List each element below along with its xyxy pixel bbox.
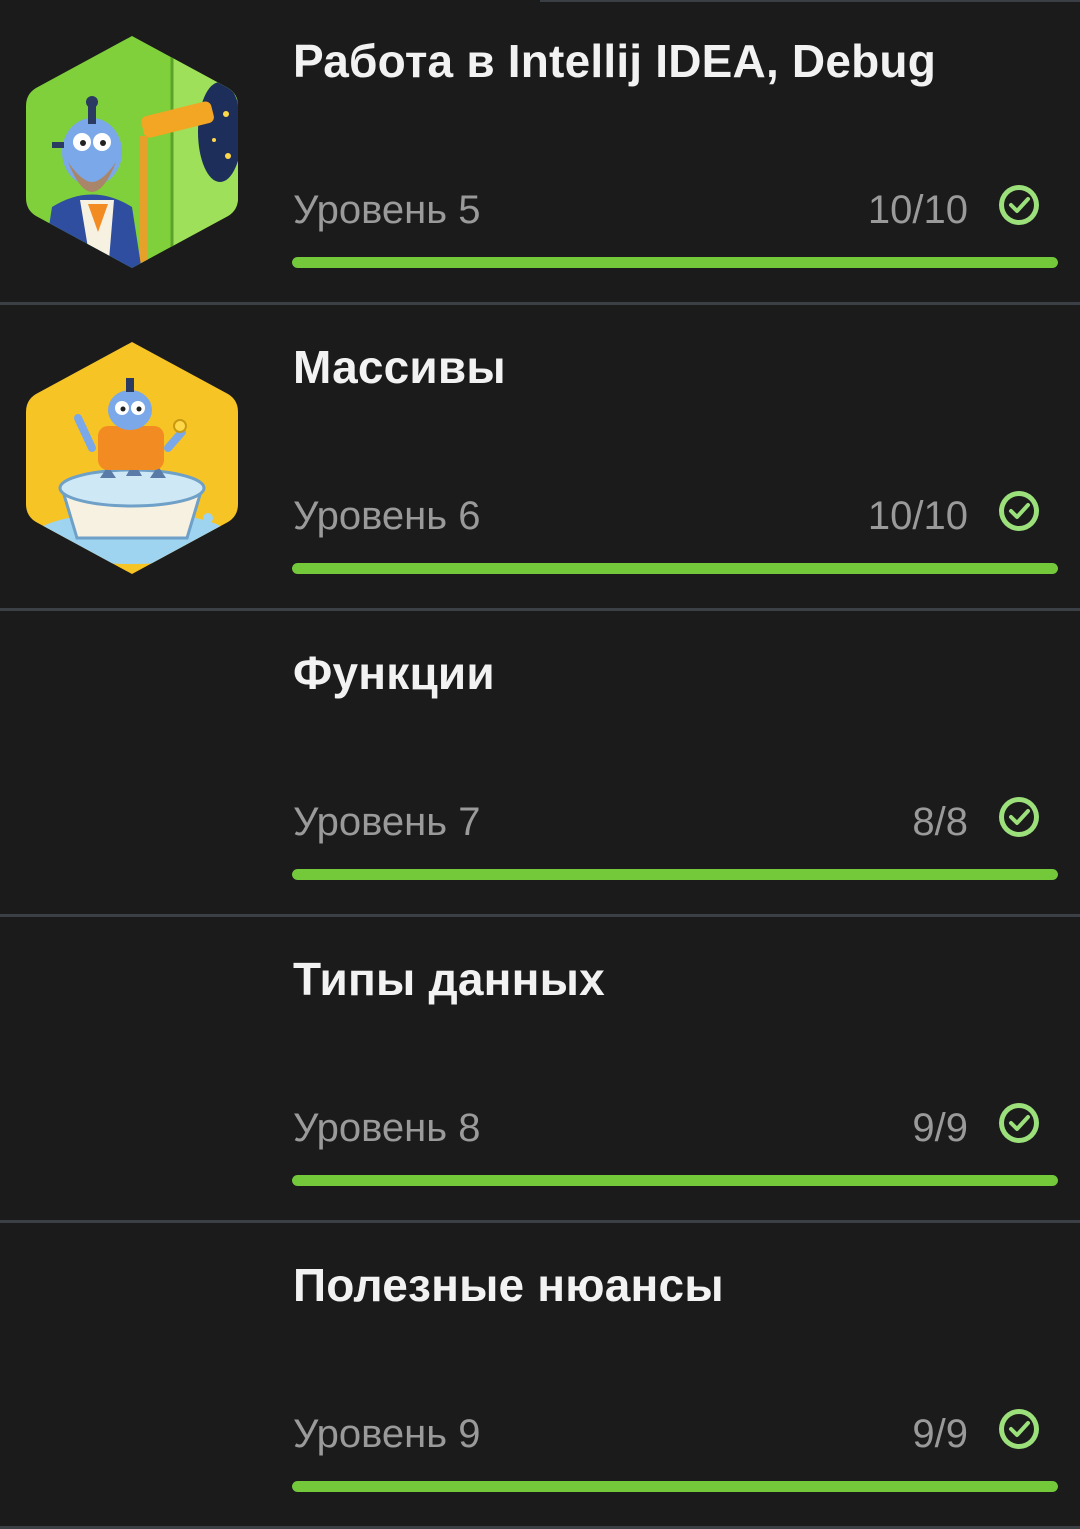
level-title: Массивы	[293, 341, 506, 393]
check-circle-icon	[999, 185, 1039, 225]
level-number: Уровень 8	[293, 1106, 481, 1150]
level-count: 8/8	[912, 800, 968, 844]
level-progress-bar	[292, 1175, 1058, 1186]
level-count: 9/9	[912, 1106, 968, 1150]
level-count: 10/10	[867, 494, 968, 538]
check-circle-icon	[999, 797, 1039, 837]
level-progress-fill	[292, 869, 1058, 880]
card-divider	[0, 302, 1080, 305]
check-circle-icon	[999, 491, 1039, 531]
level-number: Уровень 7	[293, 800, 481, 844]
level-progress-fill	[292, 563, 1058, 574]
level-title: Функции	[293, 647, 495, 699]
level-progress-fill	[292, 1481, 1058, 1492]
level-count: 9/9	[912, 1412, 968, 1456]
level-number: Уровень 9	[293, 1412, 481, 1456]
level-card-8[interactable]: Типы данных Уровень 8 9/9	[0, 918, 1080, 1223]
level-title: Полезные нюансы	[293, 1259, 724, 1311]
card-divider	[0, 1220, 1080, 1223]
level-title: Работа в Intellij IDEA, Debug	[293, 35, 937, 87]
level-progress-fill	[292, 257, 1058, 268]
level-count: 10/10	[867, 188, 968, 232]
level-progress-bar	[292, 563, 1058, 574]
level-progress-bar	[292, 257, 1058, 268]
card-divider	[0, 914, 1080, 917]
level-progress-bar	[292, 1481, 1058, 1492]
level-card-7[interactable]: Функции Уровень 7 8/8	[0, 612, 1080, 917]
level-number: Уровень 6	[293, 494, 481, 538]
card-divider	[0, 608, 1080, 611]
check-circle-icon	[999, 1103, 1039, 1143]
check-circle-icon	[999, 1409, 1039, 1449]
level-card-5[interactable]: Работа в Intellij IDEA, Debug Уровень 5 …	[0, 0, 1080, 305]
level-number: Уровень 5	[293, 188, 481, 232]
level-card-6[interactable]: Массивы Уровень 6 10/10	[0, 306, 1080, 611]
level-title: Типы данных	[293, 953, 605, 1005]
level-progress-fill	[292, 1175, 1058, 1186]
level-card-9[interactable]: Полезные нюансы Уровень 9 9/9	[0, 1224, 1080, 1529]
level-progress-bar	[292, 869, 1058, 880]
level-5-illustration	[26, 36, 238, 268]
level-6-illustration	[26, 342, 238, 574]
